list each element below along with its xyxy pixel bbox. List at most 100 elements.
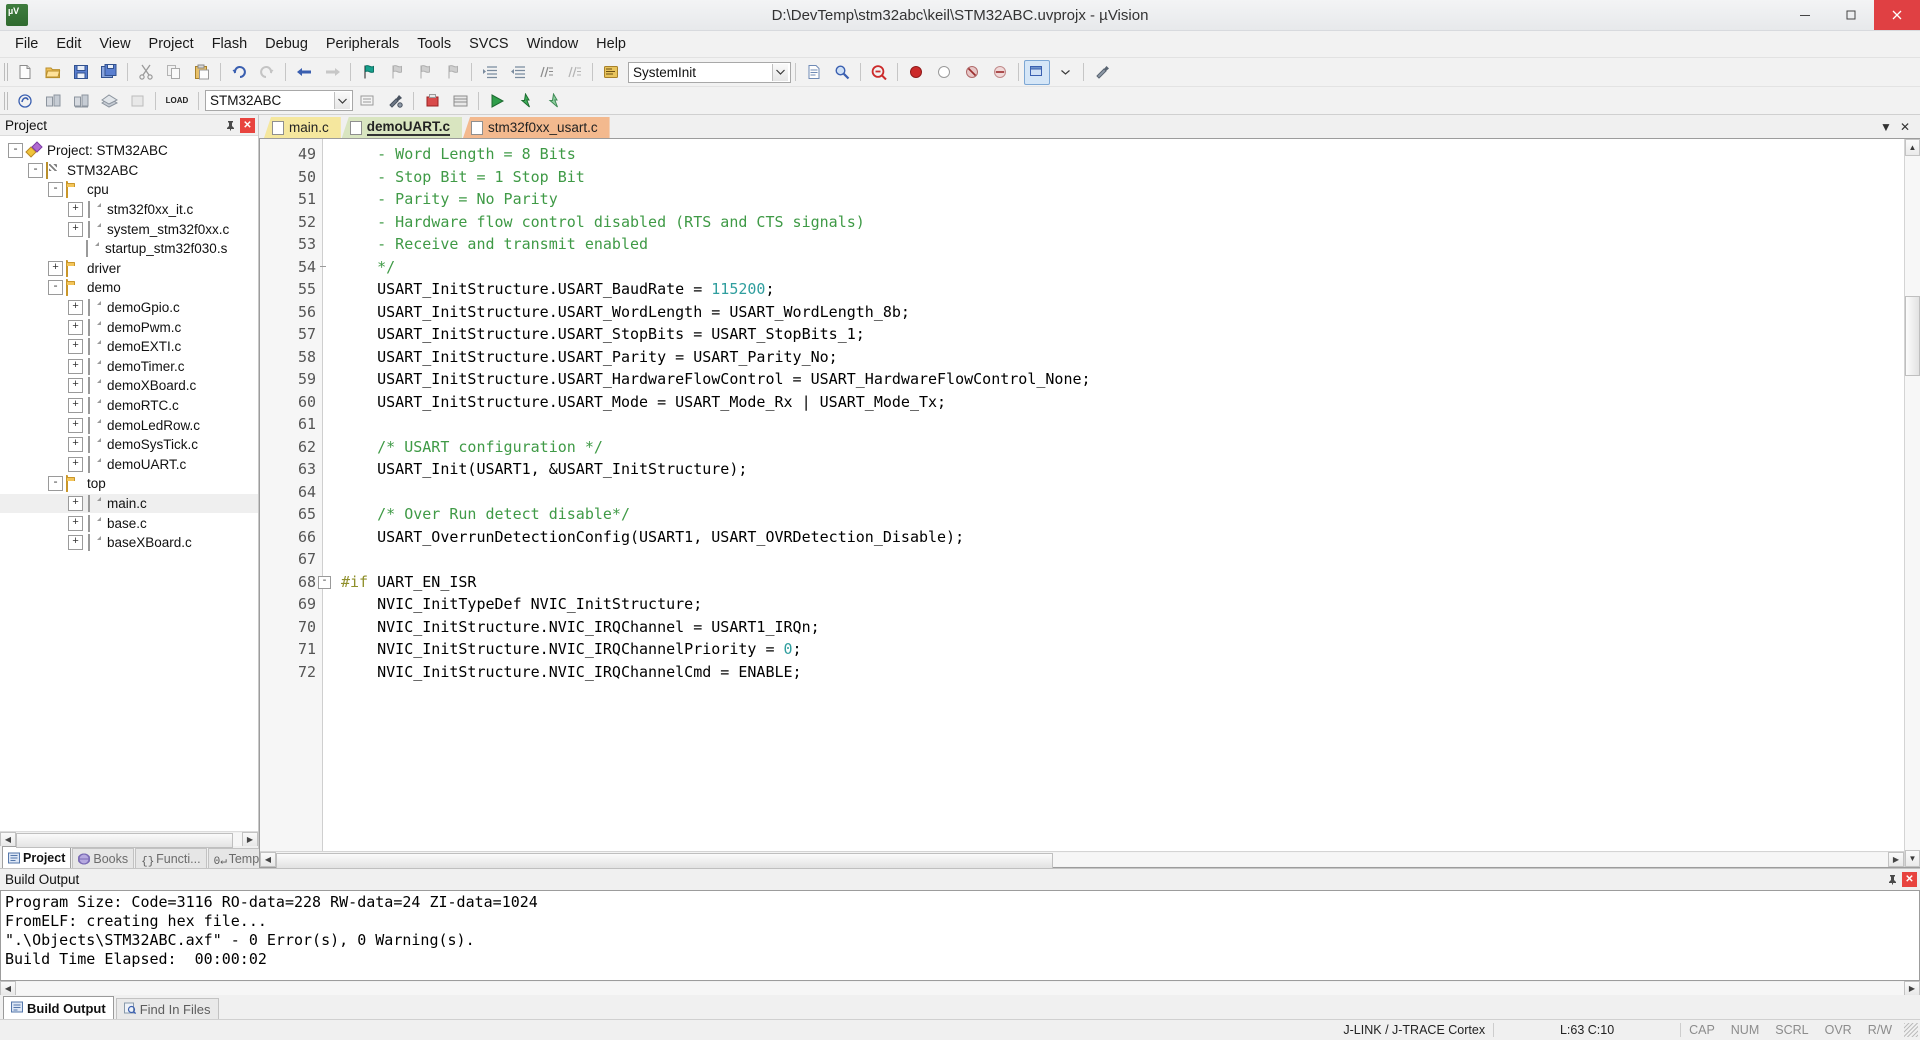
menu-debug[interactable]: Debug bbox=[256, 33, 317, 55]
cut-icon[interactable] bbox=[133, 60, 159, 85]
find-in-files-icon[interactable] bbox=[829, 60, 855, 85]
fold-collapse-icon[interactable]: - bbox=[318, 575, 331, 589]
build-scroll-right-icon[interactable]: ▶ bbox=[1904, 980, 1920, 996]
tree-item-system-stm32f0xx-c[interactable]: + system_stm32f0xx.c bbox=[0, 219, 258, 239]
tree-expander[interactable]: + bbox=[68, 398, 83, 414]
function-bookmark-icon[interactable] bbox=[598, 60, 624, 85]
build-scroll-left-icon[interactable]: ◀ bbox=[0, 980, 16, 996]
navigate-forward-icon[interactable] bbox=[319, 60, 345, 85]
tree-item-demosystick-c[interactable]: + demoSysTick.c bbox=[0, 435, 258, 455]
configure-icon[interactable] bbox=[1089, 60, 1115, 85]
tab-find-in-files[interactable]: Find In Files bbox=[115, 998, 219, 1019]
tree-expander[interactable]: + bbox=[68, 456, 83, 472]
build-pin-icon[interactable] bbox=[1885, 872, 1900, 887]
manage-windows-icon[interactable] bbox=[1024, 59, 1050, 85]
tree-item-stm32abc[interactable]: - STM32ABC bbox=[0, 161, 258, 181]
editor-vscroll-thumb[interactable] bbox=[1905, 296, 1920, 376]
editor-restore-icon[interactable]: ▼ bbox=[1880, 120, 1892, 134]
tree-item-demo[interactable]: - demo bbox=[0, 278, 258, 298]
editor-tab-demouart-c[interactable]: demoUART.c bbox=[341, 117, 463, 138]
tree-item-demoledrow-c[interactable]: + demoLedRow.c bbox=[0, 415, 258, 435]
tree-item-demouart-c[interactable]: + demoUART.c bbox=[0, 455, 258, 475]
memory-map-icon[interactable] bbox=[447, 88, 473, 113]
undo-icon[interactable] bbox=[226, 60, 252, 85]
save-all-icon[interactable] bbox=[96, 60, 122, 85]
bookmark-prev-icon[interactable] bbox=[384, 60, 410, 85]
editor-scroll-down-icon[interactable]: ▼ bbox=[1905, 850, 1920, 867]
menu-file[interactable]: File bbox=[6, 33, 47, 55]
editor-hscroll-thumb[interactable] bbox=[276, 853, 1053, 869]
manage-windows-dropdown-icon[interactable] bbox=[1052, 60, 1078, 85]
open-file-icon[interactable] bbox=[40, 60, 66, 85]
indent-icon[interactable] bbox=[477, 60, 503, 85]
hscroll-track[interactable] bbox=[16, 832, 242, 848]
editor-hscrollbar[interactable]: ◀ ▶ bbox=[260, 851, 1904, 869]
kill-breakpoints-icon[interactable] bbox=[959, 60, 985, 85]
build-toolbar-grip[interactable] bbox=[4, 91, 8, 110]
tree-expander[interactable]: - bbox=[48, 182, 63, 198]
pin-icon[interactable] bbox=[223, 118, 238, 133]
scroll-left-icon[interactable]: ◀ bbox=[0, 831, 16, 847]
build-hscroll-track[interactable] bbox=[16, 981, 1904, 995]
build-output-body[interactable]: Program Size: Code=3116 RO-data=228 RW-d… bbox=[0, 890, 1920, 981]
insert-file-icon[interactable] bbox=[801, 60, 827, 85]
tree-expander[interactable]: + bbox=[68, 495, 83, 511]
rebuild-icon[interactable] bbox=[68, 88, 94, 113]
tab-project[interactable]: Project bbox=[2, 846, 72, 868]
tree-expander[interactable]: - bbox=[48, 476, 63, 492]
tree-expander[interactable]: + bbox=[48, 260, 63, 276]
tree-expander[interactable]: + bbox=[68, 202, 83, 218]
project-tree[interactable]: - Project: STM32ABC - STM32ABC - cpu + stm32f0x… bbox=[0, 136, 258, 831]
translate-icon[interactable] bbox=[12, 88, 38, 113]
tree-item-demortc-c[interactable]: + demoRTC.c bbox=[0, 396, 258, 416]
erase-flash-icon[interactable] bbox=[540, 88, 566, 113]
tree-item-demopwm-c[interactable]: + demoPwm.c bbox=[0, 317, 258, 337]
copy-icon[interactable] bbox=[161, 60, 187, 85]
tree-item-demotimer-c[interactable]: + demoTimer.c bbox=[0, 357, 258, 377]
uncomment-icon[interactable] bbox=[561, 60, 587, 85]
editor-vscroll-track[interactable] bbox=[1905, 156, 1920, 850]
tree-expander[interactable]: + bbox=[68, 339, 83, 355]
tree-item-basexboard-c[interactable]: + baseXBoard.c bbox=[0, 533, 258, 553]
tree-item-cpu[interactable]: - cpu bbox=[0, 180, 258, 200]
tree-expander[interactable]: + bbox=[68, 221, 83, 237]
tree-expander[interactable]: + bbox=[68, 358, 83, 374]
editor-tab-stm32f0xx-usart-c[interactable]: stm32f0xx_usart.c bbox=[463, 117, 610, 138]
target-combo[interactable]: STM32ABC bbox=[205, 90, 353, 111]
outdent-icon[interactable] bbox=[505, 60, 531, 85]
tree-item-demoexti-c[interactable]: + demoEXTI.c bbox=[0, 337, 258, 357]
editor-tab-main-c[interactable]: main.c bbox=[264, 117, 341, 138]
menu-window[interactable]: Window bbox=[518, 33, 588, 55]
paste-icon[interactable] bbox=[189, 60, 215, 85]
menu-svcs[interactable]: SVCS bbox=[460, 33, 518, 55]
download-icon[interactable]: LOAD bbox=[161, 88, 193, 113]
tree-item-demogpio-c[interactable]: + demoGpio.c bbox=[0, 298, 258, 318]
target-build-icon[interactable] bbox=[419, 88, 445, 113]
menu-peripherals[interactable]: Peripherals bbox=[317, 33, 408, 55]
function-combo[interactable]: SystemInit bbox=[628, 61, 791, 83]
save-icon[interactable] bbox=[68, 60, 94, 85]
close-panel-icon[interactable]: ✕ bbox=[240, 117, 255, 133]
target-options-icon[interactable] bbox=[354, 88, 380, 113]
batch-build-icon[interactable] bbox=[96, 88, 122, 113]
code-editor[interactable]: 49 50 51 52 53 54 55 56 57 58 59 60 61 62 63 64 65 66 67 68… bbox=[259, 138, 1920, 869]
menu-view[interactable]: View bbox=[90, 33, 139, 55]
tree-expander[interactable]: - bbox=[48, 280, 63, 296]
bookmark-toggle-icon[interactable] bbox=[356, 60, 382, 85]
tree-expander[interactable]: + bbox=[68, 300, 83, 316]
start-debug-icon[interactable] bbox=[484, 88, 510, 113]
tree-expander[interactable]: + bbox=[68, 319, 83, 335]
scroll-right-icon[interactable]: ▶ bbox=[242, 831, 258, 847]
editor-scroll-right-icon[interactable]: ▶ bbox=[1888, 852, 1904, 867]
target-chevron-down-icon[interactable] bbox=[334, 92, 350, 109]
tree-item-stm32f0xx-it-c[interactable]: + stm32f0xx_it.c bbox=[0, 200, 258, 220]
tree-item-top[interactable]: - top bbox=[0, 474, 258, 494]
tab-functions[interactable]: {} Functi... bbox=[135, 848, 207, 868]
tab-build-output[interactable]: Build Output bbox=[3, 996, 114, 1019]
tree-expander[interactable]: + bbox=[68, 515, 83, 531]
menu-edit[interactable]: Edit bbox=[47, 33, 90, 55]
tree-item-base-c[interactable]: + base.c bbox=[0, 513, 258, 533]
tree-item-driver[interactable]: + driver bbox=[0, 259, 258, 279]
hscroll-thumb[interactable] bbox=[16, 832, 233, 848]
manage-project-items-icon[interactable] bbox=[382, 88, 408, 113]
